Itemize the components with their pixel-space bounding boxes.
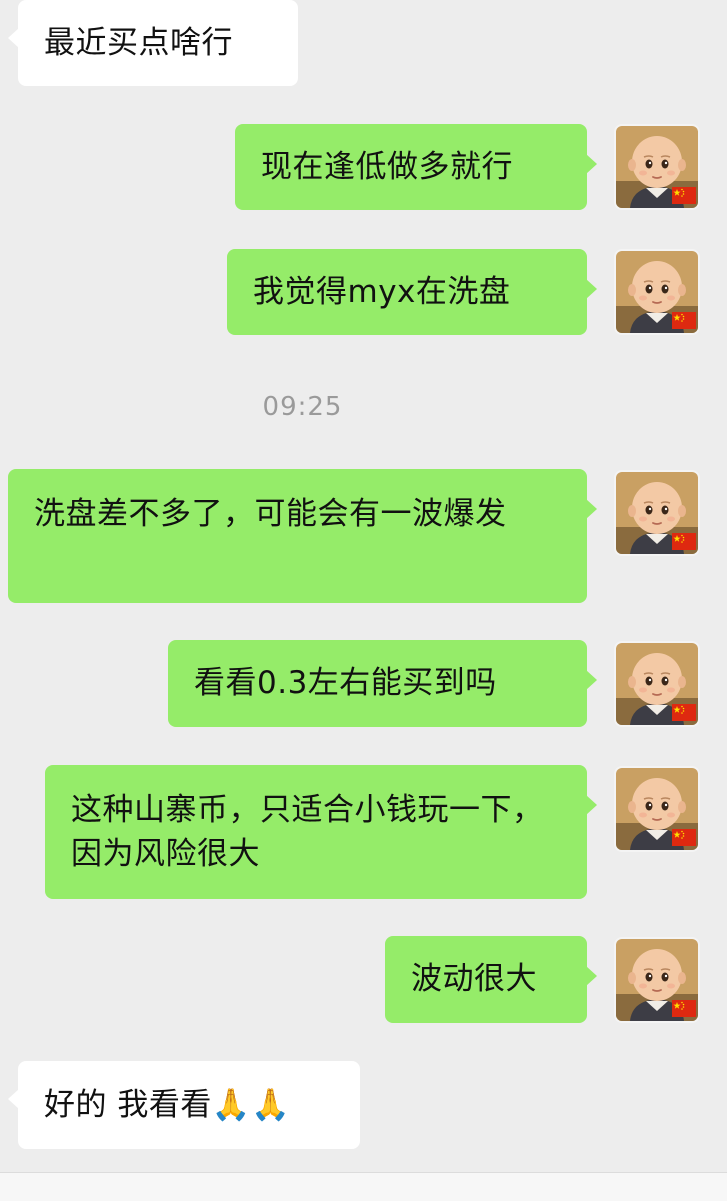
message-text: 我觉得myx在洗盘 bbox=[253, 274, 511, 310]
message-bubble-incoming[interactable]: 最近买点啥行 bbox=[8, 0, 298, 86]
message-bubble-outgoing[interactable]: 洗盘差不多了，可能会有一波爆发 bbox=[8, 469, 597, 603]
message-text: 好的 我看看🙏🙏 bbox=[44, 1087, 291, 1123]
avatar[interactable] bbox=[614, 470, 700, 556]
message-bubble-outgoing[interactable]: 这种山寨币，只适合小钱玩一下，因为风险很大 bbox=[45, 765, 597, 899]
china-flag-icon bbox=[672, 187, 696, 204]
avatar[interactable] bbox=[614, 249, 700, 335]
china-flag-icon bbox=[672, 704, 696, 721]
input-bar[interactable] bbox=[0, 1172, 727, 1201]
china-flag-icon bbox=[672, 829, 696, 846]
avatar[interactable] bbox=[614, 937, 700, 1023]
avatar[interactable] bbox=[614, 124, 700, 210]
message-bubble-outgoing[interactable]: 我觉得myx在洗盘 bbox=[227, 249, 597, 335]
message-text: 波动很大 bbox=[411, 961, 537, 997]
china-flag-icon bbox=[672, 1000, 696, 1017]
message-bubble-incoming[interactable]: 好的 我看看🙏🙏 bbox=[8, 1061, 360, 1149]
china-flag-icon bbox=[672, 533, 696, 550]
message-text: 最近买点啥行 bbox=[44, 25, 233, 61]
message-text: 现在逢低做多就行 bbox=[261, 149, 513, 185]
message-bubble-outgoing[interactable]: 现在逢低做多就行 bbox=[235, 124, 597, 210]
message-text: 这种山寨币，只适合小钱玩一下，因为风险很大 bbox=[71, 792, 544, 872]
message-timestamp: 09:25 bbox=[262, 392, 343, 422]
avatar[interactable] bbox=[614, 641, 700, 727]
message-text: 洗盘差不多了，可能会有一波爆发 bbox=[34, 496, 507, 532]
message-text: 看看0.3左右能买到吗 bbox=[194, 665, 497, 701]
message-bubble-outgoing[interactable]: 看看0.3左右能买到吗 bbox=[168, 640, 597, 727]
avatar[interactable] bbox=[614, 766, 700, 852]
message-bubble-outgoing[interactable]: 波动很大 bbox=[385, 936, 597, 1023]
chat-window: 最近买点啥行 现在逢低做多就行 我觉得myx在洗盘 09:25 洗盘差不多了，可… bbox=[0, 0, 727, 1201]
china-flag-icon bbox=[672, 312, 696, 329]
